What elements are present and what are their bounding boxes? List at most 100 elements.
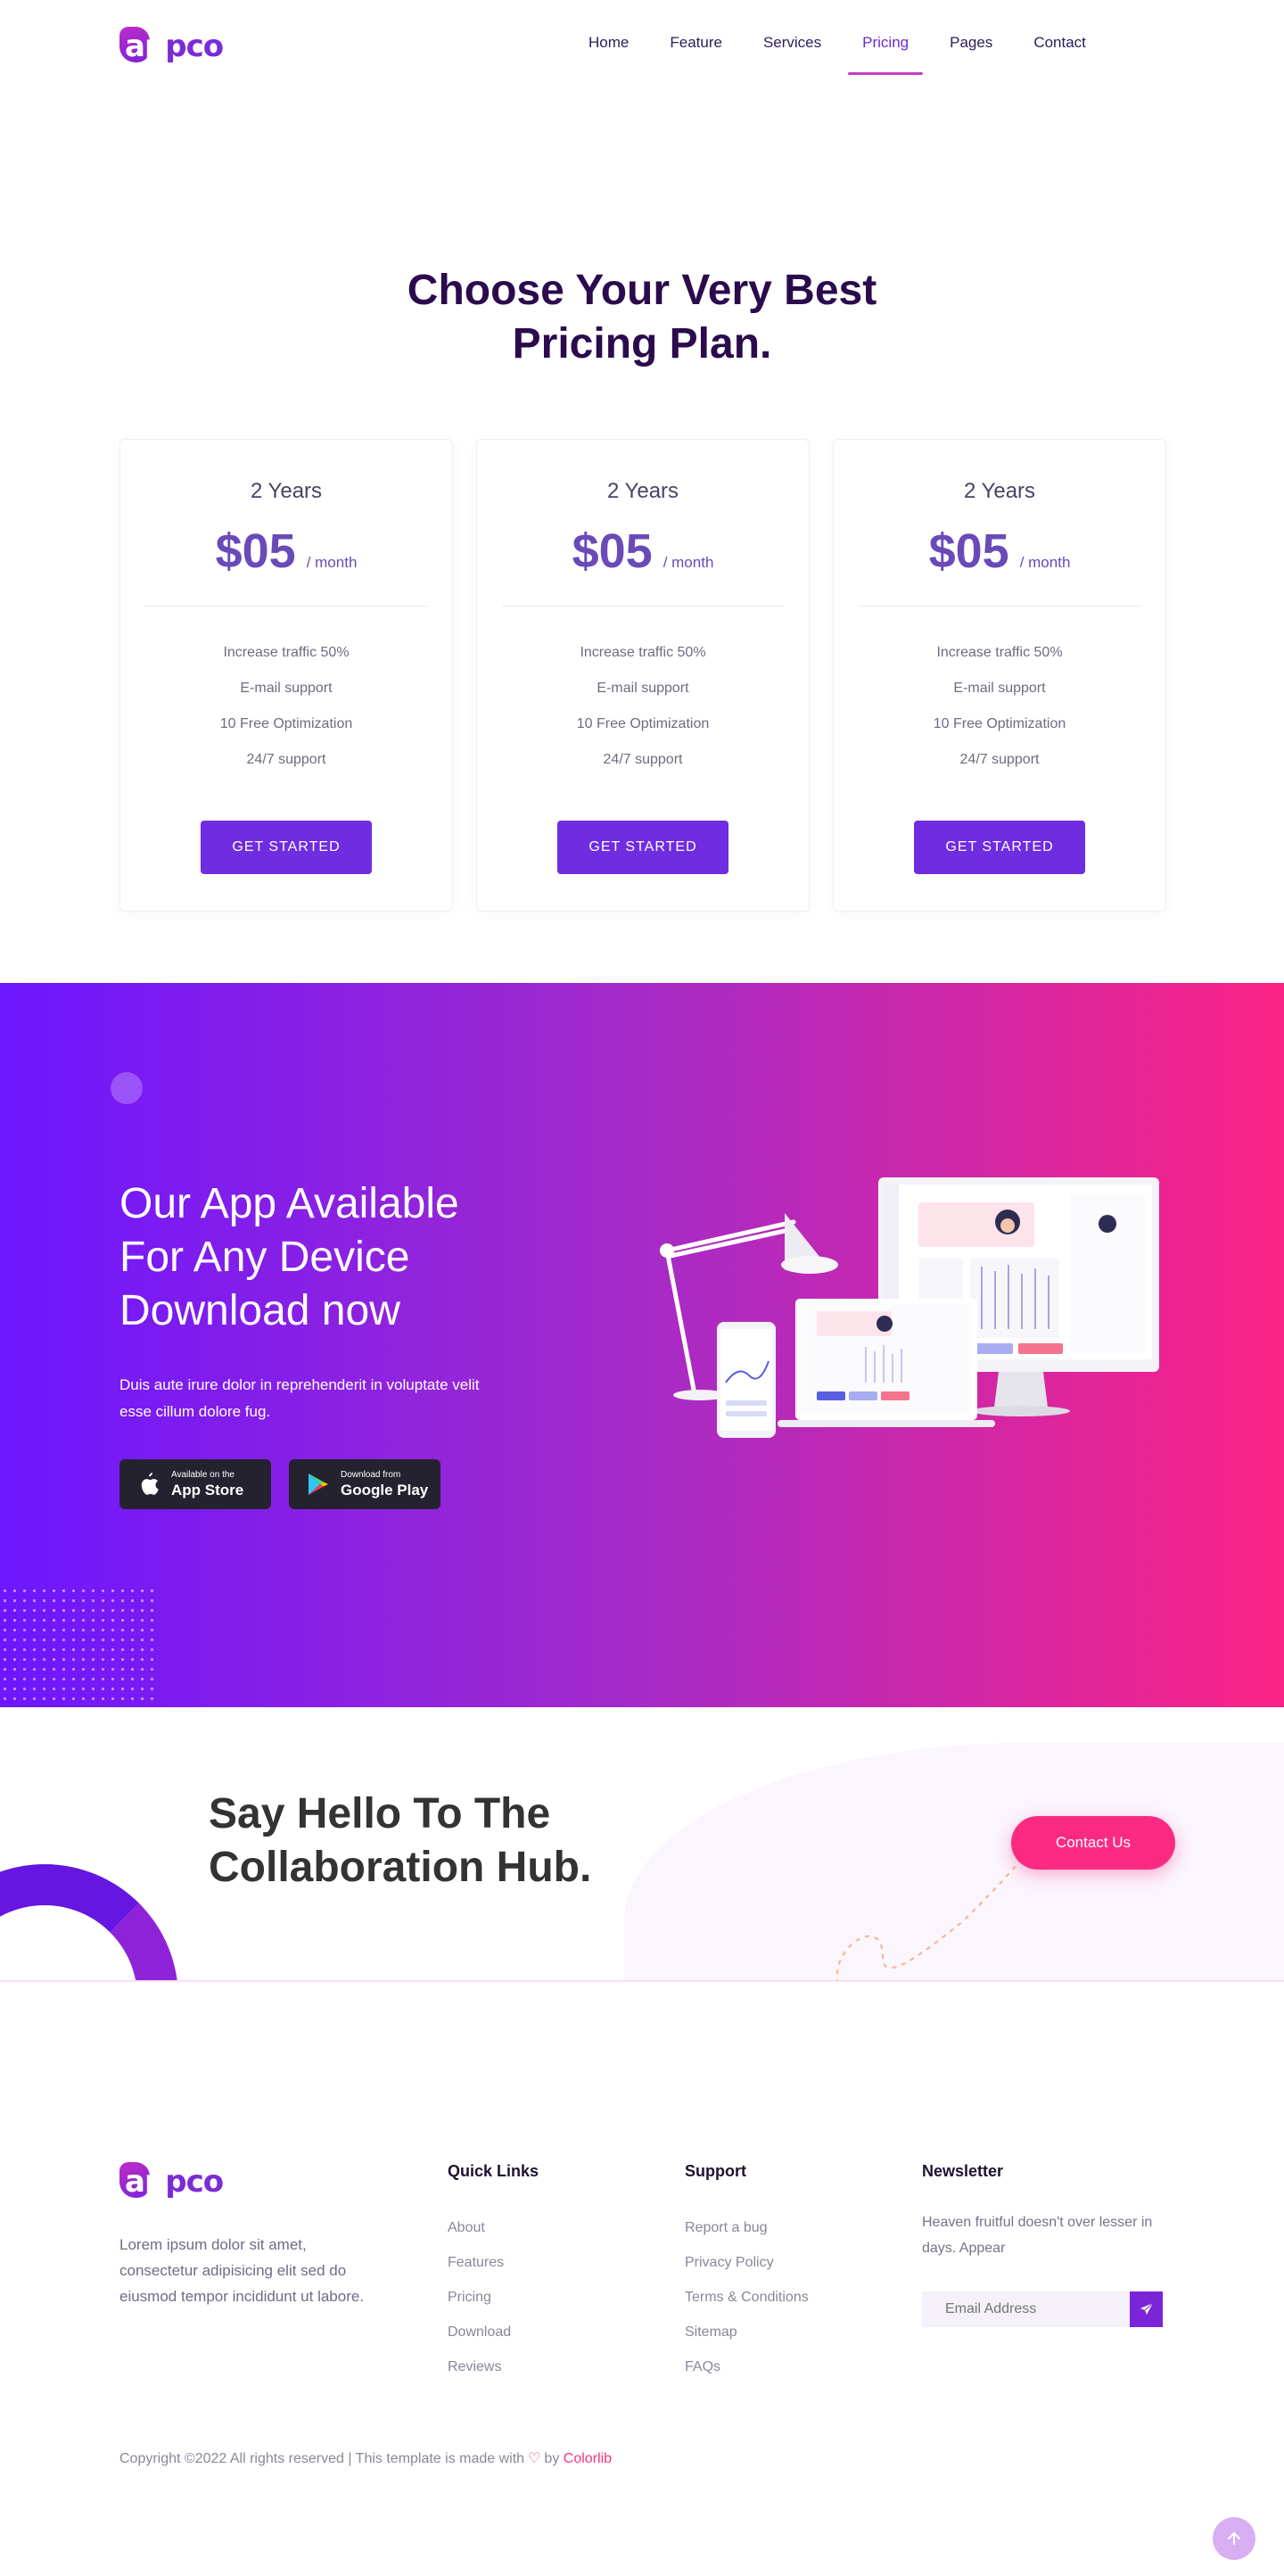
footer-link-about[interactable]: About — [448, 2220, 539, 2255]
footer-link-sitemap[interactable]: Sitemap — [685, 2324, 809, 2359]
plan-price-amount: $05 — [928, 524, 1009, 578]
copyright: Copyright ©2022 All rights reserved | Th… — [119, 2449, 612, 2467]
footer-column-title: Newsletter — [922, 2162, 1004, 2180]
divider — [145, 606, 427, 607]
footer-logo[interactable]: appco — [119, 2159, 224, 2201]
nav-contact[interactable]: Contact — [1033, 34, 1086, 75]
nav-pages[interactable]: Pages — [950, 34, 992, 75]
plan-feature: 24/7 support — [246, 752, 326, 767]
plan-price: $05 / month — [120, 524, 452, 579]
nav-services[interactable]: Services — [763, 34, 821, 75]
colorlib-link[interactable]: Colorlib — [564, 2451, 612, 2466]
google-play-small-label: Download from — [341, 1469, 401, 1480]
google-play-text: Download from Google Play — [341, 1470, 428, 1499]
plan-feature: 10 Free Optimization — [933, 716, 1066, 731]
footer-link-reviews[interactable]: Reviews — [448, 2359, 539, 2394]
footer-newsletter: Newsletter Heaven fruitful doesn't over … — [922, 2162, 1181, 2327]
footer-quick-links: Quick Links About Features Pricing Downl… — [448, 2162, 539, 2394]
plan-price: $05 / month — [477, 524, 809, 579]
footer-link-report-bug[interactable]: Report a bug — [685, 2220, 809, 2255]
plan-feature: 10 Free Optimization — [219, 716, 353, 731]
logo-text: appco — [125, 29, 224, 64]
plan-feature: Increase traffic 50% — [223, 645, 350, 660]
footer-link-download[interactable]: Download — [448, 2324, 539, 2359]
paper-plane-icon — [1140, 2302, 1153, 2315]
logo-text: appco — [125, 2164, 224, 2200]
plan-feature: 24/7 support — [959, 752, 1040, 767]
collaboration-title-line-2: Collaboration Hub. — [209, 1844, 592, 1891]
plan-feature: Increase traffic 50% — [580, 645, 706, 660]
plan-period: 2 Years — [963, 479, 1036, 503]
footer-link-features[interactable]: Features — [448, 2255, 539, 2290]
divider — [859, 606, 1140, 607]
nav-home[interactable]: Home — [588, 34, 629, 75]
pricing-title: Choose Your Very Best Pricing Plan. — [0, 264, 1284, 371]
app-description: Duis aute irure dolor in reprehenderit i… — [119, 1376, 480, 1420]
footer-link-pricing[interactable]: Pricing — [448, 2290, 539, 2324]
google-play-icon — [307, 1472, 330, 1497]
app-store-small-label: Available on the — [171, 1469, 235, 1480]
pricing-card: 2 Years $05 / month Increase traffic 50% … — [833, 439, 1166, 912]
plan-feature: E-mail support — [597, 681, 689, 696]
newsletter-text: Heaven fruitful doesn't over lesser in d… — [922, 2215, 1153, 2256]
google-play-label: Google Play — [341, 1481, 429, 1499]
site-footer: appco Lorem ipsum dolor sit amet, consec… — [0, 1982, 1284, 2576]
plan-price-period: / month — [306, 554, 358, 571]
footer-link-privacy[interactable]: Privacy Policy — [685, 2255, 809, 2290]
app-store-text: Available on the App Store — [171, 1470, 243, 1499]
collaboration-section: Say Hello To The Collaboration Hub. Cont… — [0, 1707, 1284, 1982]
app-store-button[interactable]: Available on the App Store — [119, 1459, 271, 1509]
plan-price: $05 / month — [834, 524, 1165, 579]
get-started-button[interactable]: GET STARTED — [914, 821, 1085, 874]
logo[interactable]: appco — [119, 23, 224, 66]
plan-feature: E-mail support — [953, 681, 1046, 696]
copyright-text: Copyright ©2022 All rights reserved | Th… — [119, 2451, 525, 2466]
send-button[interactable] — [1130, 2291, 1163, 2327]
contact-us-button[interactable]: Contact Us — [1011, 1816, 1175, 1870]
collaboration-title-line-1: Say Hello To The — [209, 1790, 551, 1837]
google-play-button[interactable]: Download from Google Play — [289, 1459, 440, 1509]
decorative-circle — [111, 1072, 143, 1104]
plan-price-period: / month — [663, 554, 714, 571]
nav-pricing[interactable]: Pricing — [848, 34, 924, 75]
nav-feature[interactable]: Feature — [670, 34, 722, 75]
app-download-section: Our App Available For Any Device Downloa… — [0, 983, 1284, 1707]
arrow-up-icon — [1228, 2531, 1240, 2545]
plan-features: Increase traffic 50% E-mail support 10 F… — [120, 644, 452, 787]
plan-price-amount: $05 — [215, 524, 296, 578]
plan-features: Increase traffic 50% E-mail support 10 F… — [477, 644, 809, 787]
pricing-title-line-1: Choose Your Very Best — [407, 267, 877, 314]
footer-link-terms[interactable]: Terms & Conditions — [685, 2290, 809, 2324]
apple-icon — [137, 1472, 160, 1497]
footer-link-faqs[interactable]: FAQs — [685, 2359, 809, 2394]
divider — [502, 606, 784, 607]
newsletter-form — [922, 2291, 1163, 2327]
get-started-button[interactable]: GET STARTED — [557, 821, 728, 874]
plan-price-amount: $05 — [572, 524, 653, 578]
copyright-by: by — [544, 2451, 560, 2466]
app-store-label: App Store — [171, 1481, 244, 1499]
footer-column-title: Quick Links — [448, 2162, 539, 2180]
pricing-card: 2 Years $05 / month Increase traffic 50% … — [119, 439, 453, 912]
app-title-line-2: For Any Device — [119, 1234, 410, 1281]
plan-feature: 24/7 support — [603, 752, 683, 767]
plan-period: 2 Years — [606, 479, 679, 503]
pricing-card: 2 Years $05 / month Increase traffic 50% … — [476, 439, 810, 912]
app-title-line-3: Download now — [119, 1287, 400, 1334]
plan-price-period: / month — [1019, 554, 1071, 571]
pricing-cards: 2 Years $05 / month Increase traffic 50% … — [119, 439, 1166, 912]
devices-illustration — [660, 1177, 1159, 1438]
plan-feature: Increase traffic 50% — [936, 645, 1063, 660]
decorative-dashed-path — [835, 1858, 1022, 1980]
back-to-top-button[interactable] — [1213, 2517, 1255, 2560]
app-title-line-1: Our App Available — [119, 1180, 459, 1227]
plan-feature: E-mail support — [240, 681, 333, 696]
footer-support: Support Report a bug Privacy Policy Term… — [685, 2162, 809, 2394]
plan-feature: 10 Free Optimization — [576, 716, 710, 731]
collaboration-title: Say Hello To The Collaboration Hub. — [209, 1788, 708, 1895]
decorative-ring — [0, 1864, 178, 1980]
plan-features: Increase traffic 50% E-mail support 10 F… — [834, 644, 1165, 787]
plan-period: 2 Years — [250, 479, 323, 503]
email-input[interactable] — [922, 2291, 1130, 2327]
get-started-button[interactable]: GET STARTED — [201, 821, 372, 874]
